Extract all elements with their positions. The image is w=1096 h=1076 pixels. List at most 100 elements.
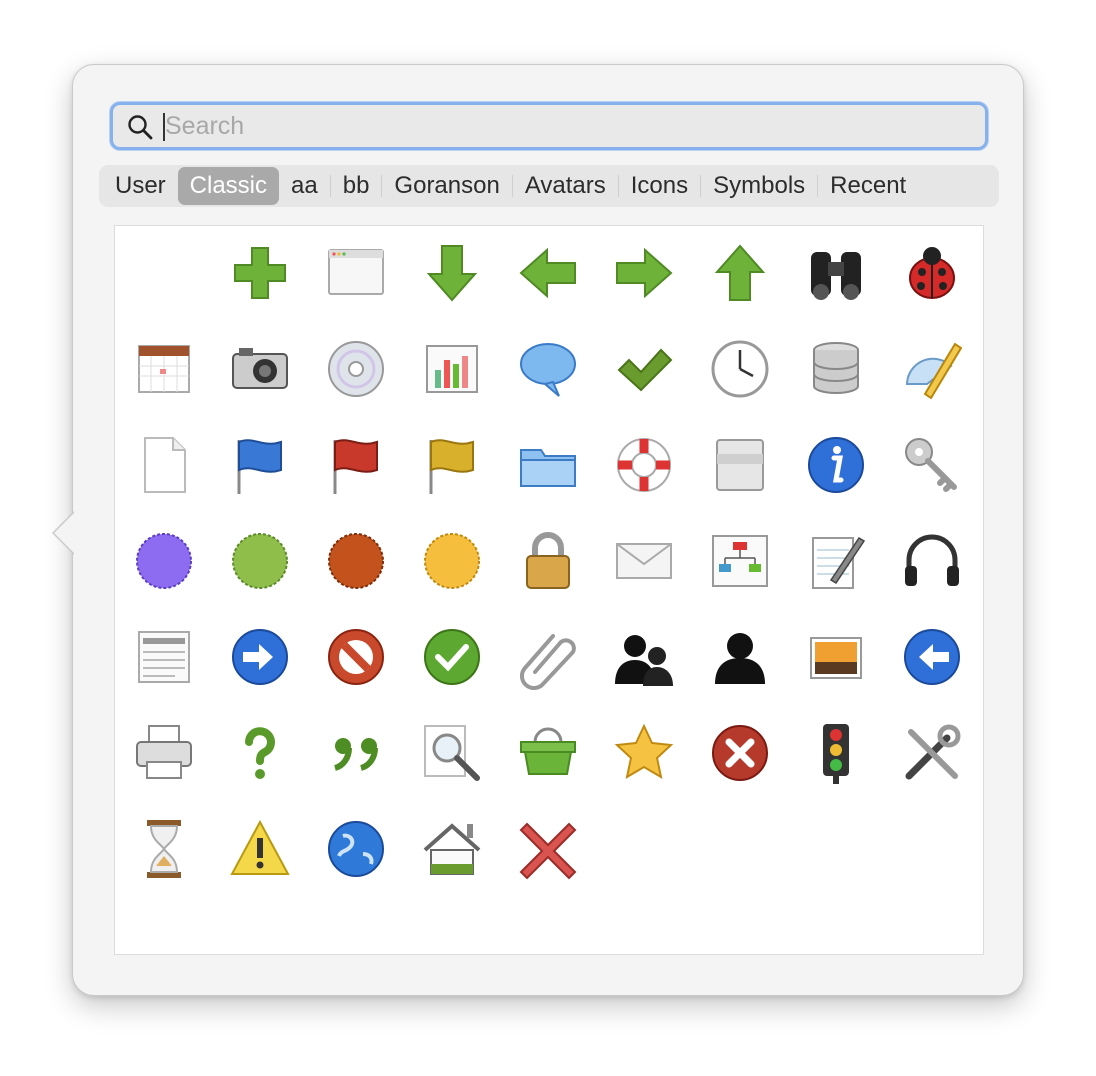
icon-cell[interactable] — [321, 814, 391, 884]
newspaper-icon — [138, 631, 190, 683]
yellow-flag-icon — [429, 439, 474, 494]
icon-cell[interactable] — [609, 622, 679, 692]
blue-flag-icon — [237, 439, 282, 494]
icon-cell[interactable] — [417, 334, 487, 404]
icon-cell[interactable] — [897, 526, 967, 596]
icon-cell[interactable] — [225, 526, 295, 596]
icon-cell[interactable] — [417, 430, 487, 500]
icon-cell[interactable] — [225, 238, 295, 308]
red-x-icon — [519, 822, 577, 880]
icon-cell[interactable] — [609, 334, 679, 404]
arrow-right-icon — [616, 247, 673, 299]
tab-goranson[interactable]: Goranson — [382, 167, 511, 205]
popover-arrow — [52, 511, 75, 555]
printer-icon — [136, 725, 192, 779]
icon-cell[interactable] — [225, 430, 295, 500]
icon-cell[interactable] — [321, 334, 391, 404]
storage-box-icon — [716, 439, 764, 491]
icon-cell[interactable] — [417, 718, 487, 788]
checkmark-icon — [617, 348, 673, 392]
icon-cell[interactable] — [513, 526, 583, 596]
icon-cell[interactable] — [225, 622, 295, 692]
icon-cell[interactable] — [321, 430, 391, 500]
paperclip-icon — [519, 634, 576, 691]
notepad-pencil-icon — [812, 536, 866, 589]
icon-cell[interactable] — [609, 526, 679, 596]
icon-cell[interactable] — [417, 238, 487, 308]
arrow-left-icon — [519, 247, 576, 299]
icon-cell[interactable] — [705, 718, 775, 788]
icon-cell[interactable] — [897, 238, 967, 308]
basket-icon — [520, 727, 576, 775]
icon-cell[interactable] — [801, 718, 871, 788]
tab-avatars[interactable]: Avatars — [513, 167, 618, 205]
icon-cell[interactable] — [513, 430, 583, 500]
search-icon — [128, 115, 153, 140]
icon-cell[interactable] — [129, 334, 199, 404]
icon-cell[interactable] — [513, 238, 583, 308]
icon-cell[interactable] — [897, 334, 967, 404]
icon-cell[interactable] — [801, 430, 871, 500]
document-icon — [144, 437, 186, 493]
icon-cell[interactable] — [129, 238, 199, 308]
icon-cell[interactable] — [897, 622, 967, 692]
tab-icons[interactable]: Icons — [619, 167, 700, 205]
no-entry-icon — [328, 629, 384, 685]
icon-picker-popover: User Classic aa bb Goranson Avatars Icon… — [52, 64, 1024, 996]
icon-cell[interactable] — [417, 622, 487, 692]
key-icon — [905, 438, 957, 492]
icon-cell[interactable] — [897, 430, 967, 500]
search-field[interactable] — [110, 102, 988, 150]
icon-cell[interactable] — [513, 718, 583, 788]
icon-cell[interactable] — [513, 334, 583, 404]
tab-recent[interactable]: Recent — [818, 167, 918, 205]
icon-cell[interactable] — [321, 526, 391, 596]
icon-cell[interactable] — [705, 334, 775, 404]
icon-cell[interactable] — [705, 622, 775, 692]
icon-cell[interactable] — [801, 334, 871, 404]
icon-cell[interactable] — [513, 622, 583, 692]
camera-icon — [232, 348, 288, 389]
window-icon — [328, 249, 384, 295]
green-check-circle-icon — [424, 629, 480, 685]
icon-cell[interactable] — [609, 718, 679, 788]
icon-cell[interactable] — [225, 814, 295, 884]
icon-cell[interactable] — [705, 238, 775, 308]
globe-icon — [328, 821, 384, 877]
tab-bb[interactable]: bb — [331, 167, 382, 205]
tab-classic[interactable]: Classic — [177, 167, 280, 205]
tab-symbols[interactable]: Symbols — [701, 167, 817, 205]
icon-cell[interactable] — [417, 814, 487, 884]
hourglass-icon — [147, 820, 181, 878]
icon-cell[interactable] — [321, 238, 391, 308]
icon-cell[interactable] — [705, 526, 775, 596]
icon-cell[interactable] — [417, 526, 487, 596]
icon-cell[interactable] — [897, 718, 967, 788]
icon-cell[interactable] — [225, 334, 295, 404]
icon-cell[interactable] — [801, 622, 871, 692]
icon-cell[interactable] — [609, 238, 679, 308]
icon-cell[interactable] — [321, 622, 391, 692]
icon-cell[interactable] — [705, 430, 775, 500]
protractor-pencil-icon — [905, 342, 963, 400]
arrow-down-icon — [426, 245, 478, 302]
icon-cell[interactable] — [321, 718, 391, 788]
tab-user[interactable]: User — [103, 167, 178, 205]
icon-cell[interactable] — [129, 622, 199, 692]
warning-icon — [230, 819, 290, 875]
user-icon — [715, 633, 765, 684]
icon-cell[interactable] — [129, 526, 199, 596]
bar-chart-icon — [426, 345, 478, 393]
icon-cell[interactable] — [129, 430, 199, 500]
search-input[interactable] — [165, 109, 965, 143]
speech-bubble-icon — [520, 343, 576, 397]
tab-aa[interactable]: aa — [279, 167, 330, 205]
icon-cell[interactable] — [225, 718, 295, 788]
icon-cell[interactable] — [513, 814, 583, 884]
icon-cell[interactable] — [129, 814, 199, 884]
blue-arrow-left-circle-icon — [904, 629, 960, 685]
icon-cell[interactable] — [801, 526, 871, 596]
icon-cell[interactable] — [609, 430, 679, 500]
icon-cell[interactable] — [801, 238, 871, 308]
icon-cell[interactable] — [129, 718, 199, 788]
